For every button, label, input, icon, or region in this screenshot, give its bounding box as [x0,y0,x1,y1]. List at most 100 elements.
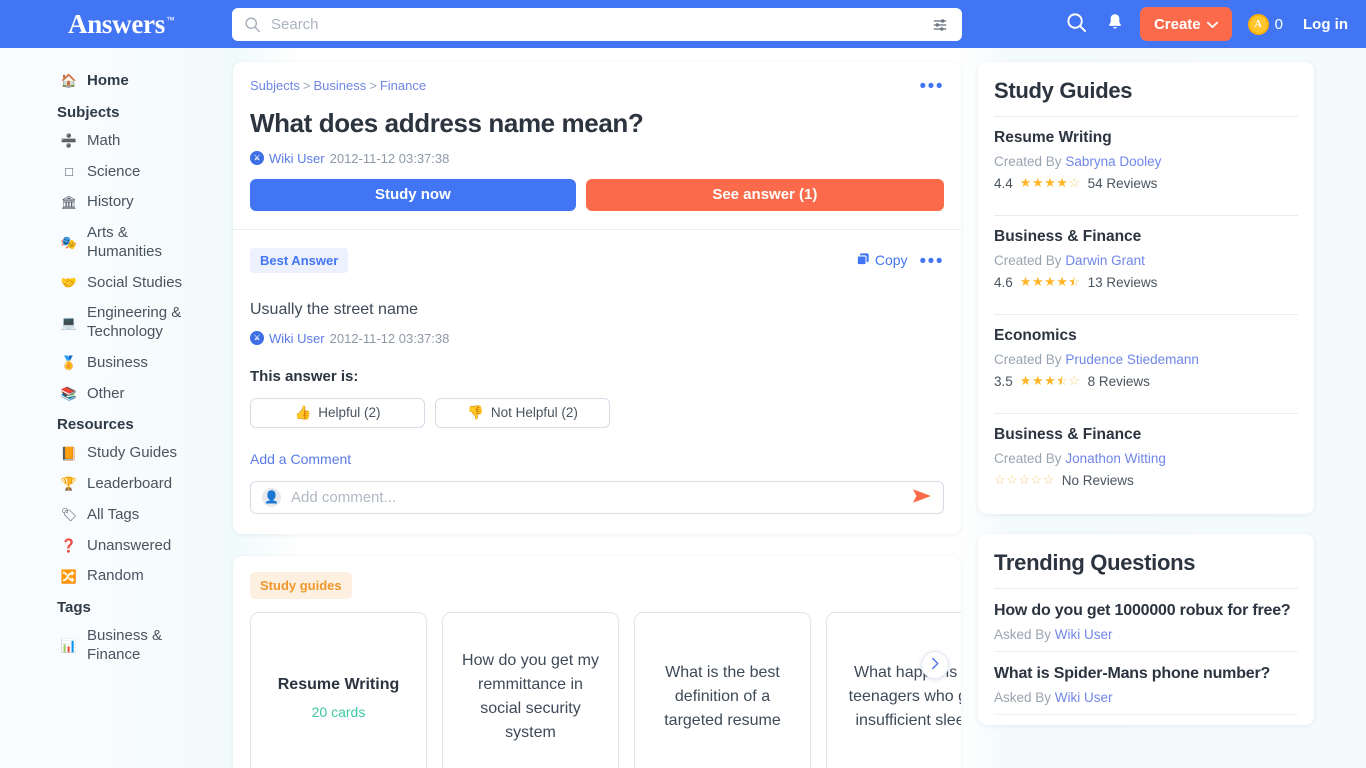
created-by-label: Created By [994,352,1062,367]
sidebar-item-label: Leaderboard [87,475,173,492]
sidebar-item-social-studies[interactable]: 🤝 Social Studies [0,268,220,299]
answer-author[interactable]: Wiki User [269,331,325,346]
sidebar-item-random[interactable]: 🔀 Random [0,561,220,592]
copy-button[interactable]: Copy [856,252,908,269]
filter-icon[interactable] [932,17,948,33]
medal-icon: 🏅 [60,355,78,370]
created-by-label: Created By [994,451,1062,466]
study-guide-tile[interactable]: Resume Writing 20 cards [250,611,427,768]
page-body: 🏠 Home Subjects ➗ Math □ Science 🏛 Histo… [0,48,1366,768]
study-guide-tile[interactable]: How do you get my remmittance in social … [442,611,619,768]
breadcrumb-finance[interactable]: Finance [380,78,426,93]
copy-label: Copy [874,252,908,269]
study-guide-name[interactable]: Economics [994,327,1298,345]
tile-title: How do you get my remmittance in social … [462,651,599,741]
notifications-button[interactable] [1096,5,1134,43]
star-rating: ★★★★☆ [1019,175,1081,190]
search-input[interactable] [271,16,932,33]
sidebar-item-engineering-technology[interactable]: 💻 Engineering & Technology [0,298,220,348]
sidebar-item-science[interactable]: □ Science [0,157,220,188]
star-rating: ★★★☆☆ [1020,373,1081,389]
answer-more-options-button[interactable]: ••• [920,252,944,272]
trending-question-row[interactable]: What is Spider-Mans phone number? Asked … [994,652,1298,714]
question-author[interactable]: Wiki User [269,151,325,166]
sidebar-item-tag-business-finance[interactable]: 📊 Business & Finance [0,621,220,671]
sidebar-item-label: All Tags [87,505,140,523]
add-a-comment-link[interactable]: Add a Comment [250,451,351,467]
study-guide-creator: Created By Sabryna Dooley [994,154,1298,169]
study-guide-rating: 4.4 ★ ★ ★ ★ ☆ 54 Reviews [994,175,1298,191]
breadcrumb-separator: > [302,78,311,93]
sidebar-item-all-tags[interactable]: 🏷 All Tags [0,500,220,531]
home-icon: 🏠 [60,73,78,89]
bell-icon [1106,13,1124,35]
tile-title: What is the best definition of a targete… [664,663,781,729]
study-guide-name[interactable]: Resume Writing [994,129,1298,147]
review-count: 54 Reviews [1087,175,1158,191]
sidebar-item-history[interactable]: 🏛 History [0,187,220,218]
laptop-icon: 💻 [60,314,78,330]
creator-name[interactable]: Darwin Grant [1065,253,1145,268]
books-icon: 📚 [60,385,78,401]
study-guides-track: Resume Writing 20 cards How do you get m… [250,611,961,768]
search-bar[interactable] [232,8,962,41]
creator-name[interactable]: Jonathon Witting [1065,451,1166,466]
carousel-next-button[interactable] [921,650,949,679]
not-helpful-button[interactable]: 👎 Not Helpful (2) [435,397,610,428]
sidebar-heading-subjects: Subjects [57,103,120,121]
sidebar-item-leaderboard[interactable]: 🏆 Leaderboard [0,469,220,500]
study-guide-row[interactable]: Business & Finance Created By Darwin Gra… [994,216,1298,302]
created-by-label: Created By [994,154,1062,169]
site-logo[interactable]: Answers™ [68,9,175,40]
sidebar-item-business[interactable]: 🏅 Business [0,348,220,379]
trending-question-author-row: Asked By Wiki User [994,690,1298,705]
sidebar-item-label: Random [87,567,144,585]
art-icon: 🎭 [60,234,78,250]
trending-question-author[interactable]: Wiki User [1055,627,1113,642]
comment-input-row[interactable]: 👤 [250,480,944,514]
create-button[interactable]: Create [1139,7,1232,41]
book-icon: 📙 [60,445,78,461]
question-timestamp: 2012-11-12 03:37:38 [329,150,450,166]
asked-by-label: Asked By [994,627,1052,642]
helpful-button[interactable]: 👍 Helpful (2) [250,397,425,428]
trending-question-text[interactable]: How do you get 1000000 robux for free? [994,602,1298,620]
creator-name[interactable]: Prudence Stiedemann [1065,352,1199,367]
star-rating: ★★★★☆ [1020,274,1081,290]
study-guides-carousel-card: Study guides Resume Writing 20 cards How… [233,555,961,768]
sidebar-item-math[interactable]: ➗ Math [0,126,220,157]
sidebar-item-other[interactable]: 📚 Other [0,379,220,410]
login-button[interactable]: Log in [1303,16,1348,33]
points-display[interactable]: A 0 [1247,13,1283,35]
creator-name[interactable]: Sabryna Dooley [1065,154,1161,169]
trending-question-text[interactable]: What is Spider-Mans phone number? [994,665,1298,683]
sidebar-item-study-guides[interactable]: 📙 Study Guides [0,438,220,469]
study-now-button[interactable]: Study now [250,178,576,211]
study-guide-tile[interactable]: What is the best definition of a targete… [634,611,811,768]
sidebar-item-home[interactable]: 🏠 Home [0,66,220,97]
sidebar-item-unanswered[interactable]: ❓ Unanswered [0,531,220,562]
study-guide-row[interactable]: Resume Writing Created By Sabryna Dooley… [994,117,1298,203]
study-guide-name[interactable]: Business & Finance [994,426,1298,444]
see-answer-button[interactable]: See answer (1) [585,178,944,211]
created-by-label: Created By [994,253,1062,268]
send-comment-button[interactable] [912,487,932,508]
search-toggle-button[interactable] [1058,5,1096,43]
study-guide-row[interactable]: Economics Created By Prudence Stiedemann… [994,315,1298,401]
main-content: Subjects > Business > Finance ••• What does … [233,62,961,768]
study-guide-tile[interactable]: What happens to teenagers who get insuff… [826,611,961,768]
trending-question-row[interactable]: How do you get 1000000 robux for free? A… [994,589,1298,651]
question-action-buttons: Study now See answer (1) [250,178,944,211]
comment-input[interactable] [291,488,912,506]
tile-title: Resume Writing [277,676,400,694]
breadcrumb-row: Subjects > Business > Finance ••• [250,77,944,97]
breadcrumb-subjects[interactable]: Subjects [250,78,300,93]
breadcrumb-business[interactable]: Business [313,78,366,93]
trending-question-author[interactable]: Wiki User [1055,690,1113,705]
tile-subtitle: 20 cards [311,704,366,721]
study-guide-name[interactable]: Business & Finance [994,228,1298,246]
sidebar-item-arts-humanities[interactable]: 🎭 Arts & Humanities [0,218,220,268]
question-more-options-button[interactable]: ••• [920,77,944,97]
breadcrumb-separator: > [369,78,377,93]
study-guide-row[interactable]: Business & Finance Created By Jonathon W… [994,414,1298,500]
